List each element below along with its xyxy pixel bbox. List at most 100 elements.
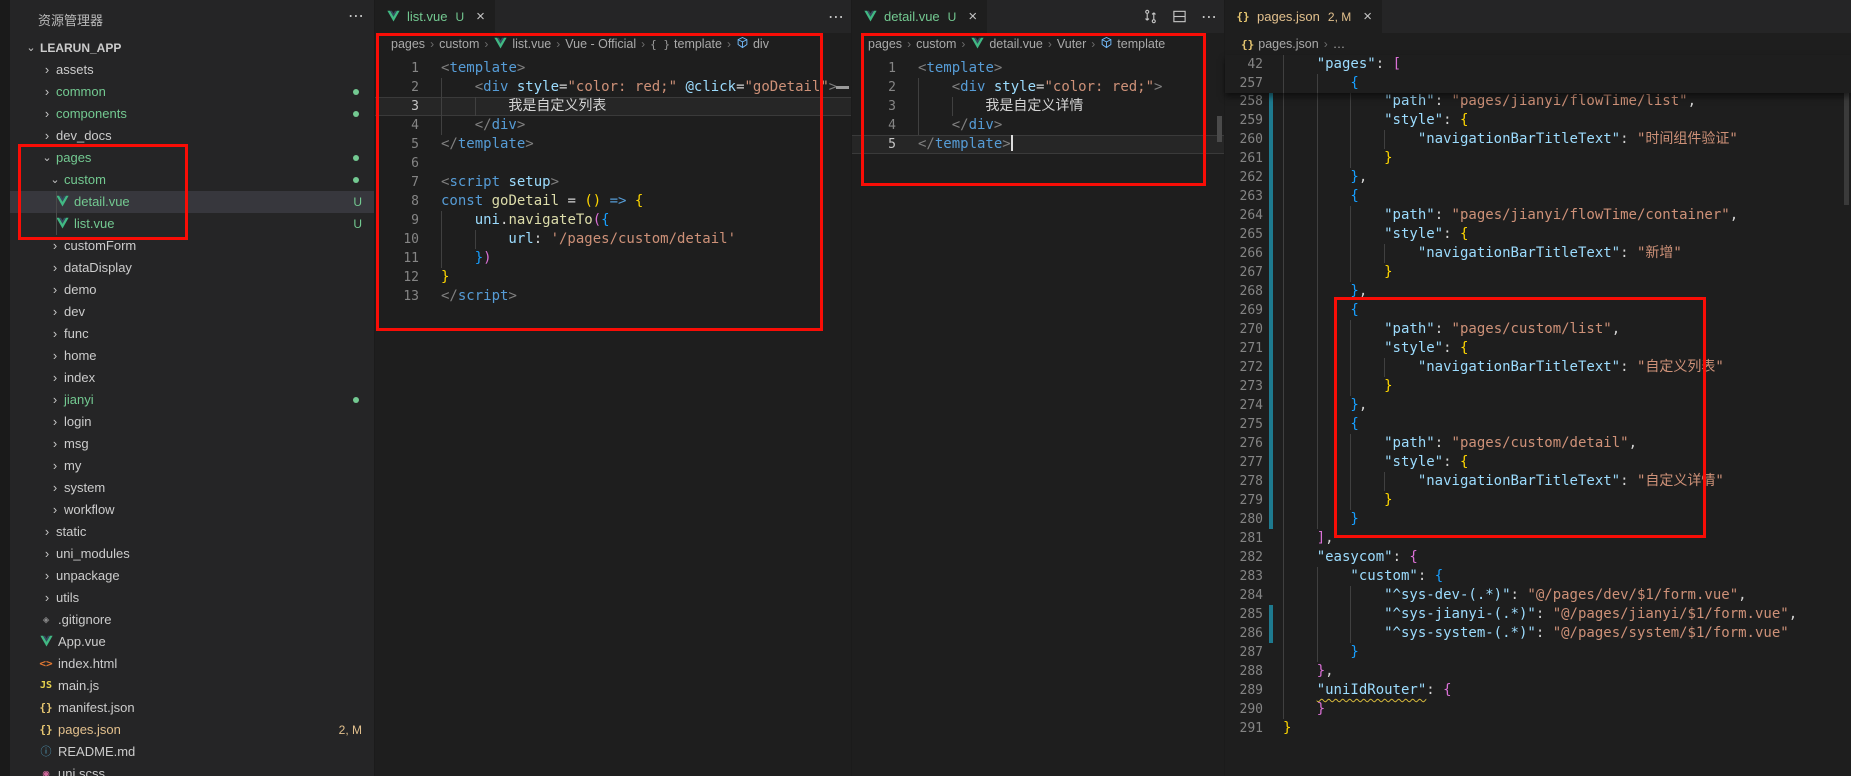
tree-item-func[interactable]: ›func [10,323,374,345]
chevron-down-icon[interactable]: ⌄ [40,147,54,169]
code-line: 4 </div> [375,116,852,135]
tree-item-label: login [64,411,91,433]
tree-item-common[interactable]: ›common [10,81,374,103]
more-actions-icon[interactable]: ⋯ [828,7,844,27]
tree-item-unpackage[interactable]: ›unpackage [10,565,374,587]
code-editor[interactable]: 1<template>2 <div style="color: red;">3 … [852,55,1225,776]
tree-item-dataDisplay[interactable]: ›dataDisplay [10,257,374,279]
tree-item-App.vue[interactable]: App.vue [10,631,374,653]
breadcrumb-item[interactable]: pages [868,37,902,51]
tree-item-.gitignore[interactable]: ◈.gitignore [10,609,374,631]
tree-item-my[interactable]: ›my [10,455,374,477]
tree-item-main.js[interactable]: JSmain.js [10,675,374,697]
tree-item-LEARUN_APP[interactable]: ⌄LEARUN_APP [10,37,374,59]
indent-guide [1283,624,1317,643]
more-actions-icon[interactable]: ⋯ [348,6,366,26]
tab-detail.vue[interactable]: detail.vueU× [852,0,988,33]
breadcrumb-item[interactable]: div [736,36,769,52]
breadcrumb-item[interactable]: template [1100,36,1165,52]
tree-item-dev_docs[interactable]: ›dev_docs [10,125,374,147]
tree-item-dev[interactable]: ›dev [10,301,374,323]
breadcrumb-item[interactable]: custom [916,37,956,51]
tree-item-demo[interactable]: ›demo [10,279,374,301]
line-number: 257 [1225,74,1263,93]
chevron-right-icon[interactable]: › [48,411,62,433]
chevron-right-icon[interactable]: › [48,257,62,279]
tree-item-pages.json[interactable]: {}pages.json2, M [10,719,374,741]
close-icon[interactable]: × [1363,8,1372,25]
chevron-right-icon[interactable]: › [48,279,62,301]
tree-item-index[interactable]: ›index [10,367,374,389]
chevron-right-icon[interactable]: › [48,345,62,367]
line-number: 281 [1225,529,1263,548]
tab-list.vue[interactable]: list.vueU× [375,0,496,33]
chevron-right-icon[interactable]: › [48,499,62,521]
symbol-cube-icon [1100,36,1113,52]
chevron-right-icon[interactable]: › [48,389,62,411]
tree-item-system[interactable]: ›system [10,477,374,499]
tree-item-components[interactable]: ›components [10,103,374,125]
code-editor[interactable]: 258 "path": "pages/jianyi/flowTime/list"… [1225,55,1851,776]
chevron-right-icon[interactable]: › [40,125,54,147]
indent-guide [1350,130,1384,149]
tree-item-detail.vue[interactable]: detail.vueU [10,191,374,213]
breadcrumb-item[interactable]: {}pages.json [1241,37,1319,51]
chevron-right-icon[interactable]: › [40,59,54,81]
tree-item-list.vue[interactable]: list.vueU [10,213,374,235]
chevron-down-icon[interactable]: ⌄ [48,169,62,191]
breadcrumb-item[interactable]: Vue - Official [565,37,636,51]
chevron-down-icon[interactable]: ⌄ [24,37,38,59]
line-number: 291 [1225,719,1263,738]
chevron-right-icon[interactable]: › [48,323,62,345]
breadcrumb-item[interactable]: list.vue [493,36,551,53]
tree-item-README.md[interactable]: ⓘREADME.md [10,741,374,763]
tree-item-utils[interactable]: ›utils [10,587,374,609]
tab-bar: {}pages.json2, M× [1225,0,1851,33]
tree-item-assets[interactable]: ›assets [10,59,374,81]
chevron-right-icon[interactable]: › [48,235,62,257]
tree-item-customForm[interactable]: ›customForm [10,235,374,257]
chevron-right-icon[interactable]: › [48,367,62,389]
chevron-right-icon[interactable]: › [48,477,62,499]
chevron-right-icon[interactable]: › [40,587,54,609]
editor2-scrollbar-thumb[interactable] [1217,116,1222,142]
tree-item-msg[interactable]: ›msg [10,433,374,455]
tab-pages.json[interactable]: {}pages.json2, M× [1225,0,1383,33]
close-icon[interactable]: × [476,8,485,25]
tree-item-jianyi[interactable]: ›jianyi [10,389,374,411]
open-changes-icon[interactable] [1143,9,1158,24]
tree-item-custom[interactable]: ⌄custom [10,169,374,191]
tree-item-manifest.json[interactable]: {}manifest.json [10,697,374,719]
tree-item-workflow[interactable]: ›workflow [10,499,374,521]
breadcrumb-item[interactable]: pages [391,37,425,51]
code-line: 265 "style": { [1225,225,1851,244]
tab-actions: ⋯ [828,0,844,33]
split-editor-icon[interactable] [1172,9,1187,24]
code-line: 264 "path": "pages/jianyi/flowTime/conta… [1225,206,1851,225]
tree-item-pages[interactable]: ⌄pages [10,147,374,169]
chevron-right-icon[interactable]: › [40,543,54,565]
breadcrumb-item[interactable]: … [1333,37,1346,51]
close-icon[interactable]: × [968,8,977,25]
chevron-right-icon[interactable]: › [40,565,54,587]
chevron-right-icon[interactable]: › [48,455,62,477]
tree-item-static[interactable]: ›static [10,521,374,543]
info-icon: ⓘ [38,744,54,760]
breadcrumb-item[interactable]: { }template [650,37,722,51]
tree-item-uni.scss[interactable]: ◉uni.scss [10,763,374,776]
gutter-modified-indicator [1269,434,1273,453]
breadcrumb-item[interactable]: Vuter [1057,37,1086,51]
breadcrumb-item[interactable]: custom [439,37,479,51]
tree-item-login[interactable]: ›login [10,411,374,433]
tree-item-home[interactable]: ›home [10,345,374,367]
more-actions-icon[interactable]: ⋯ [1201,7,1217,27]
chevron-right-icon[interactable]: › [40,521,54,543]
code-editor[interactable]: 1<template>2 <div style="color: red;" @c… [375,55,852,776]
breadcrumb-item[interactable]: detail.vue [970,36,1043,53]
chevron-right-icon[interactable]: › [48,301,62,323]
tree-item-uni_modules[interactable]: ›uni_modules [10,543,374,565]
chevron-right-icon[interactable]: › [40,81,54,103]
chevron-right-icon[interactable]: › [40,103,54,125]
tree-item-index.html[interactable]: <>index.html [10,653,374,675]
chevron-right-icon[interactable]: › [48,433,62,455]
